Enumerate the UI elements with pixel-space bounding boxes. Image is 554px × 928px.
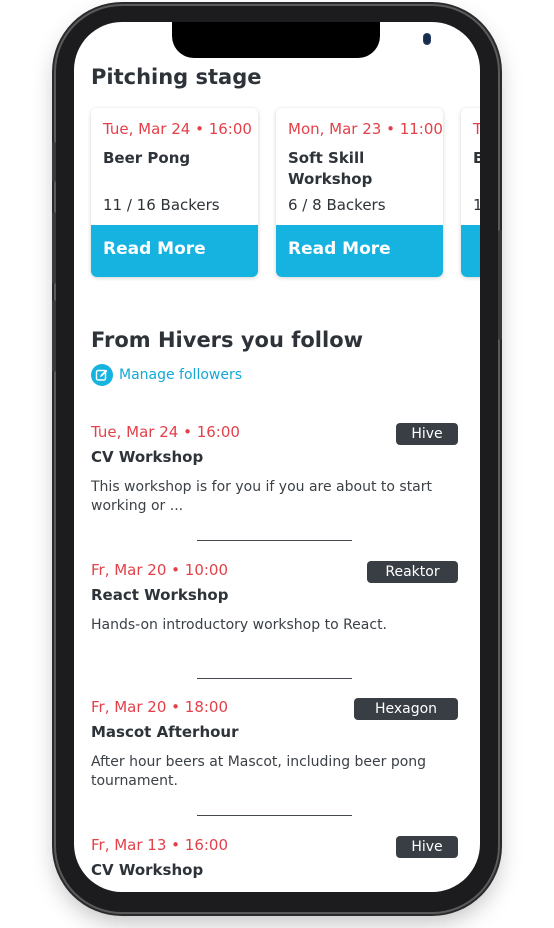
pitch-card-date: Tue, Mar 24 • 16:00 xyxy=(103,120,252,138)
organizer-badge: Hexagon xyxy=(354,698,458,720)
manage-followers-label: Manage followers xyxy=(119,367,243,383)
camera-icon xyxy=(424,34,430,44)
pitch-card-backers: 6 / 8 Backers xyxy=(288,196,386,214)
pitch-card-backers: 11 / 16 Backers xyxy=(103,196,220,214)
feed-item-date: Fr, Mar 20 • 18:00 xyxy=(91,698,229,716)
organizer-badge: Hive xyxy=(396,836,458,858)
pitch-card-partial[interactable]: T B 1 xyxy=(461,108,480,277)
phone-screen: Pitching stage Tue, Mar 24 • 16:00 Beer … xyxy=(74,22,480,892)
feed-item-date: Tue, Mar 24 • 16:00 xyxy=(91,423,240,441)
pitch-card-title: Beer Pong xyxy=(103,149,191,167)
edit-icon xyxy=(91,364,113,386)
divider xyxy=(197,678,352,679)
feed-item-title: React Workshop xyxy=(91,586,229,604)
feed-item-date: Fr, Mar 13 • 16:00 xyxy=(91,836,229,854)
pitching-stage-heading: Pitching stage xyxy=(91,65,262,89)
feed-item-description: Hands-on introductory workshop to React. xyxy=(91,617,388,633)
power-button xyxy=(498,230,502,340)
pitch-card[interactable]: Mon, Mar 23 • 11:00 Soft Skill Workshop … xyxy=(276,108,443,277)
volume-up-button xyxy=(52,212,56,284)
organizer-badge: Hive xyxy=(396,423,458,445)
feed-item-description: After hour beers at Mascot, including be… xyxy=(91,754,427,789)
divider xyxy=(197,815,352,816)
organizer-badge: Reaktor xyxy=(367,561,458,583)
pitching-cards-carousel[interactable]: Tue, Mar 24 • 16:00 Beer Pong 11 / 16 Ba… xyxy=(91,108,480,278)
manage-followers-link[interactable]: Manage followers xyxy=(91,363,242,387)
pitch-card-date: T xyxy=(473,120,480,138)
pitch-card-title: Soft Skill Workshop xyxy=(288,149,373,188)
feed-item-date: Fr, Mar 20 • 10:00 xyxy=(91,561,229,579)
pitch-card-backers: 1 xyxy=(473,196,480,214)
feed-item-title: Mascot Afterhour xyxy=(91,723,239,741)
notch xyxy=(172,22,430,58)
pitch-card-date: Mon, Mar 23 • 11:00 xyxy=(288,120,443,138)
pitch-card-title: B xyxy=(473,149,480,167)
feed-item-title: CV Workshop xyxy=(91,861,204,879)
read-more-button[interactable]: Read More xyxy=(91,225,258,277)
read-more-button[interactable]: Read More xyxy=(276,225,443,277)
pitch-card[interactable]: Tue, Mar 24 • 16:00 Beer Pong 11 / 16 Ba… xyxy=(91,108,258,277)
feed-item-description: This workshop is for you if you are abou… xyxy=(91,479,433,514)
silent-switch xyxy=(52,142,56,182)
read-more-button[interactable] xyxy=(461,225,480,277)
follow-heading: From Hivers you follow xyxy=(91,328,364,352)
divider xyxy=(197,540,352,541)
volume-down-button xyxy=(52,300,56,372)
feed-item-title: CV Workshop xyxy=(91,448,204,466)
